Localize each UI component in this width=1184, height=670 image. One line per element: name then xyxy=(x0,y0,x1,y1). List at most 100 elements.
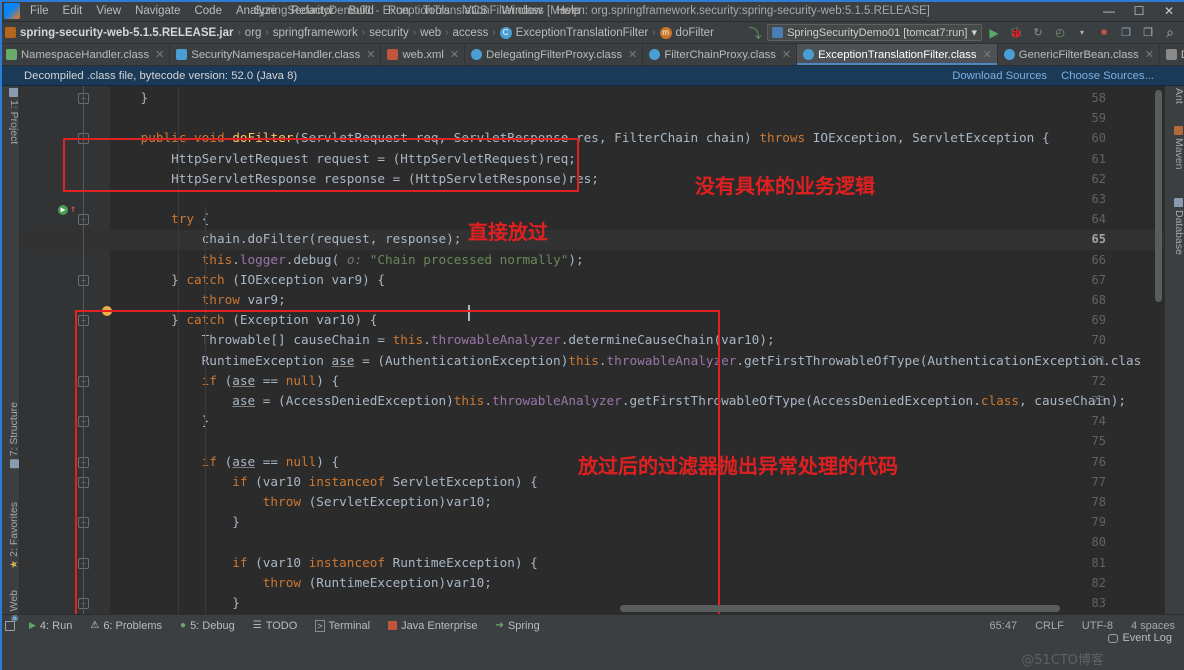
run-icon[interactable]: ▶ xyxy=(984,24,1004,42)
menu-item-analyze[interactable]: Analyze xyxy=(229,3,284,19)
breadcrumb-class[interactable]: C ExceptionTranslationFilter xyxy=(497,26,652,39)
update-icon[interactable]: ❐ xyxy=(1116,24,1136,42)
choose-sources-link[interactable]: Choose Sources... xyxy=(1061,70,1154,82)
status-line-separator[interactable]: CRLF xyxy=(1026,620,1073,632)
breadcrumb-item-access[interactable]: access xyxy=(450,27,492,39)
sidebar-item-favorites[interactable]: ★ 2: Favorites xyxy=(8,502,20,569)
breadcrumb-item-org[interactable]: org xyxy=(242,27,265,39)
editor-tab-bar: NamespaceHandler.class ✕ SecurityNamespa… xyxy=(0,44,1184,66)
editor-tab-namespacehandler[interactable]: NamespaceHandler.class ✕ xyxy=(0,44,171,65)
decompiled-notification-bar: Decompiled .class file, bytecode version… xyxy=(0,66,1184,86)
code-editor[interactable]: 58 59 60 61 62 63 64 65 66 67 68 69 70 71 72 73 74 75 76 77… xyxy=(20,86,1164,614)
close-button[interactable]: ✕ xyxy=(1154,0,1184,22)
menu-item-refactor[interactable]: Refactor xyxy=(284,3,341,19)
tomcat-icon xyxy=(772,27,784,38)
menu-item-vcs[interactable]: VCS xyxy=(457,3,495,19)
editor-tab-label: NamespaceHandler.class xyxy=(21,48,150,61)
build-icon[interactable]: ⤵ xyxy=(745,24,765,42)
run-with-coverage-icon[interactable]: ↻ xyxy=(1028,24,1048,42)
menu-item-help[interactable]: Help xyxy=(549,3,587,19)
status-item-java-enterprise[interactable]: Java Enterprise xyxy=(379,620,486,632)
sidebar-item-web[interactable]: ◉ Web xyxy=(8,590,20,622)
breadcrumb-item-security[interactable]: security xyxy=(366,27,412,39)
indent-guide xyxy=(178,86,179,614)
sidebar-item-ant[interactable]: Ant xyxy=(1173,88,1184,104)
close-icon[interactable]: ✕ xyxy=(450,48,459,61)
breadcrumb-item-web[interactable]: web xyxy=(417,27,444,39)
method-icon: m xyxy=(659,26,672,39)
maximize-button[interactable]: ☐ xyxy=(1124,0,1154,22)
editor-tab-securitynamespacehandler[interactable]: SecurityNamespaceHandler.class ✕ xyxy=(170,44,382,65)
status-caret-position[interactable]: 65:47 xyxy=(981,620,1027,632)
close-icon[interactable]: ✕ xyxy=(628,48,637,61)
balloon-icon xyxy=(1108,633,1119,643)
menu-item-run[interactable]: Run xyxy=(381,3,416,19)
close-icon[interactable]: ✕ xyxy=(1145,48,1154,61)
profile-dropdown-icon[interactable]: ▾ xyxy=(1072,24,1092,42)
editor-tab-delegatingfilterproxy[interactable]: DelegatingFilterProxy ✕ xyxy=(1160,44,1184,65)
status-item-label: 5: Debug xyxy=(190,619,235,632)
editor-tab-genericfilterbean[interactable]: GenericFilterBean.class ✕ xyxy=(998,44,1160,65)
editor-tab-label: web.xml xyxy=(402,48,444,61)
menu-item-code[interactable]: Code xyxy=(187,3,229,19)
status-item-label: Spring xyxy=(507,619,540,632)
menu-item-file[interactable]: File xyxy=(23,3,56,19)
run-configuration-selector[interactable]: SpringSecurityDemo01 [tomcat7:run] ▾ xyxy=(767,24,982,41)
editor-vertical-scrollbar[interactable] xyxy=(1155,90,1162,302)
editor-tab-filterchainproxy[interactable]: FilterChainProxy.class ✕ xyxy=(643,44,798,65)
close-icon[interactable]: ✕ xyxy=(782,48,791,61)
editor-tab-label: DelegatingFilterProxy.class xyxy=(486,48,623,61)
event-log-button[interactable]: Event Log xyxy=(1108,632,1172,644)
minimize-button[interactable]: — xyxy=(1094,0,1124,22)
close-icon[interactable]: ✕ xyxy=(983,48,992,61)
breadcrumb-item-springframework[interactable]: springframework xyxy=(270,27,361,39)
fold-region-line xyxy=(83,86,84,614)
sidebar-item-maven[interactable]: Maven xyxy=(1173,126,1184,170)
title-bar: File Edit View Navigate Code Analyze Ref… xyxy=(0,0,1184,22)
xml-icon xyxy=(387,49,399,60)
editor-tab-webxml[interactable]: web.xml ✕ xyxy=(381,44,466,65)
editor-tab-exceptiontranslationfilter[interactable]: ExceptionTranslationFilter.class ✕ xyxy=(797,44,998,65)
profile-icon[interactable]: ◴ xyxy=(1050,24,1070,42)
code-line: HttpServletRequest request = (HttpServle… xyxy=(110,150,576,166)
navigation-bar: spring-security-web-5.1.5.RELEASE.jar › … xyxy=(0,22,1184,44)
sidebar-item-project[interactable]: 1: Project xyxy=(8,88,20,144)
status-item-problems[interactable]: ⚠ 6: Problems xyxy=(81,620,171,632)
menu-item-edit[interactable]: Edit xyxy=(56,3,90,19)
code-line: } xyxy=(110,514,240,530)
code-line: RuntimeException ase = (AuthenticationEx… xyxy=(110,352,1142,368)
run-method-gutter-icon[interactable]: ▶ xyxy=(58,205,68,215)
close-icon[interactable]: ✕ xyxy=(366,48,375,61)
play-icon: ▶ xyxy=(29,620,36,630)
menu-item-tools[interactable]: Tools xyxy=(416,3,457,19)
override-gutter-icon[interactable]: ↑ xyxy=(70,204,76,215)
menu-item-view[interactable]: View xyxy=(89,3,128,19)
debug-icon[interactable]: 🐞 xyxy=(1006,24,1026,42)
menu-item-navigate[interactable]: Navigate xyxy=(128,3,187,19)
menu-item-build[interactable]: Build xyxy=(341,3,381,19)
sidebar-item-structure[interactable]: 7: Structure xyxy=(8,402,20,469)
text-caret xyxy=(468,305,470,321)
status-item-terminal[interactable]: > Terminal xyxy=(306,619,379,632)
breadcrumb-method[interactable]: m doFilter xyxy=(657,26,717,39)
settings-icon[interactable]: ❐ xyxy=(1138,24,1158,42)
status-indent[interactable]: 4 spaces xyxy=(1122,620,1184,632)
breadcrumb-root[interactable]: spring-security-web-5.1.5.RELEASE.jar xyxy=(2,27,236,39)
status-item-spring[interactable]: ➔ Spring xyxy=(487,620,549,632)
menu-item-window[interactable]: Window xyxy=(495,3,550,19)
editor-gutter[interactable] xyxy=(20,86,110,614)
status-item-run[interactable]: ▶ 4: Run xyxy=(20,620,81,632)
download-sources-link[interactable]: Download Sources xyxy=(952,70,1047,82)
intention-bulb-icon[interactable] xyxy=(102,306,112,316)
stop-icon[interactable]: ■ xyxy=(1094,24,1114,42)
status-item-todo[interactable]: ☰ TODO xyxy=(244,620,307,632)
search-icon[interactable]: ⌕ xyxy=(1160,24,1180,42)
editor-tab-delegatingfilterproxy-class[interactable]: DelegatingFilterProxy.class ✕ xyxy=(465,44,644,65)
status-item-debug[interactable]: ● 5: Debug xyxy=(171,620,244,632)
status-encoding[interactable]: UTF-8 xyxy=(1073,620,1122,632)
close-icon[interactable]: ✕ xyxy=(155,48,164,61)
maven-icon xyxy=(1174,126,1184,135)
editor-horizontal-scrollbar[interactable] xyxy=(620,605,1060,612)
window-controls: — ☐ ✕ xyxy=(1094,0,1184,22)
sidebar-item-database[interactable]: Database xyxy=(1173,198,1184,255)
